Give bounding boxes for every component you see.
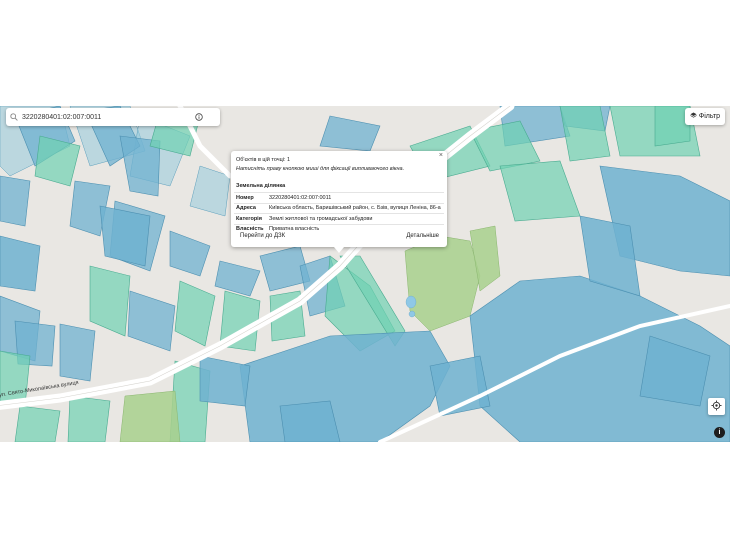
filter-label: Фільтр [698, 113, 721, 120]
popup-hint: Натисніть праву кнопкою миші для фіксаці… [236, 166, 405, 172]
filter-button[interactable]: Фільтр [685, 108, 725, 125]
layers-icon [690, 112, 697, 121]
close-icon[interactable]: × [439, 152, 443, 159]
goto-dzk-button[interactable]: Перейти до ДЗК [240, 233, 285, 239]
search-info-icon[interactable] [192, 108, 206, 126]
attr-value: Приватна власність [269, 226, 320, 233]
popup-count: Об'єктів в цій точці: 1 [236, 157, 291, 163]
parcel-popup: × Об'єктів в цій точці: 1 Натисніть прав… [231, 151, 447, 247]
attr-key: Адреса [236, 205, 256, 212]
popup-attributes: Номер 3220280401:02:007:0011 Адреса Київ… [234, 192, 444, 234]
attr-key: Власність [236, 226, 264, 233]
search-bar[interactable] [6, 108, 220, 126]
attr-value: Землі житлової та громадської забудови [269, 215, 373, 222]
attr-row-category: Категорія Землі житлової та громадської … [234, 213, 444, 224]
search-input[interactable] [22, 113, 192, 121]
popup-section-title: Земельна ділянка [236, 183, 286, 189]
details-button[interactable]: Детальніше [406, 233, 439, 239]
locate-button[interactable] [708, 398, 725, 415]
attr-key: Номер [236, 194, 254, 201]
popup-pointer [334, 247, 344, 253]
search-icon [6, 108, 22, 126]
attr-value: Київська область, Баришівський район, с.… [269, 205, 441, 212]
attr-key: Категорія [236, 215, 262, 222]
attr-value: 3220280401:02:007:0011 [269, 194, 332, 201]
crosshair-icon [711, 398, 722, 416]
attr-row-address: Адреса Київська область, Баришівський ра… [234, 202, 444, 214]
attr-row-number: Номер 3220280401:02:007:0011 [234, 192, 444, 203]
info-button[interactable]: i [714, 427, 725, 438]
